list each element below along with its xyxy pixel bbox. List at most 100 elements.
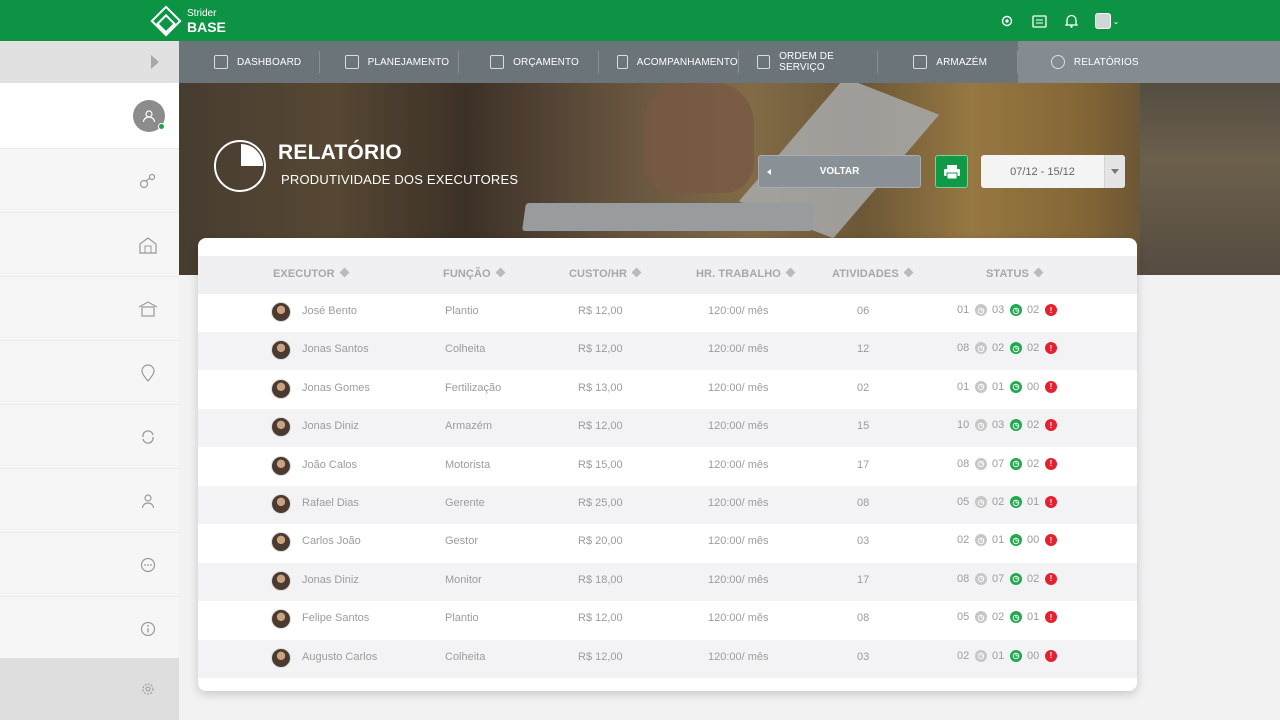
status-pending-count: 08 — [957, 457, 970, 470]
tractor-icon — [133, 166, 163, 196]
cost-per-hour: R$ 18,00 — [578, 573, 623, 586]
nav-armazem[interactable]: ARMAZÉM — [878, 41, 1017, 83]
sidebar-item-users[interactable] — [0, 469, 179, 533]
status-late-count: 01 — [1027, 611, 1040, 624]
status-late-count: 02 — [1027, 342, 1040, 355]
work-hours: 120:00/ mês — [708, 612, 769, 625]
activities-count: 17 — [857, 573, 870, 586]
cost-per-hour: R$ 12,00 — [578, 420, 623, 433]
user-menu-icon[interactable]: ⌄ — [1094, 12, 1120, 30]
column-atividades[interactable]: ATIVIDADES — [832, 267, 914, 280]
app-logo[interactable]: Strider BASE — [150, 5, 226, 37]
sidebar-item-settings[interactable] — [0, 658, 179, 720]
table-row[interactable]: Carlos João Gestor R$ 20,00 120:00/ mês 03 02… — [198, 524, 1137, 562]
arrow-left-icon — [767, 169, 771, 175]
status-group: 05 ◷ 02 ◷ 01! — [957, 611, 1062, 624]
print-button[interactable] — [935, 155, 968, 188]
back-button[interactable]: VOLTAR — [758, 155, 921, 188]
sidebar-toggle[interactable] — [0, 41, 179, 83]
back-button-label: VOLTAR — [819, 166, 860, 177]
status-late-count: 02 — [1027, 572, 1040, 585]
clock-green-icon: ◷ — [1010, 457, 1022, 470]
executor-name: João Calos — [302, 458, 358, 471]
info-icon — [133, 614, 163, 644]
nav-orcamento[interactable]: ORÇAMENTO — [459, 41, 598, 83]
sidebar-item-location[interactable] — [0, 341, 179, 405]
table-row[interactable]: José Bento Plantio R$ 12,00 120:00/ mês 06 01… — [198, 294, 1137, 332]
table-row[interactable]: Augusto Carlos Colheita R$ 12,00 120:00/ mê… — [198, 639, 1137, 678]
table-row[interactable]: Felipe Santos Plantio R$ 12,00 120:00/ mês 0… — [198, 601, 1137, 639]
executor-avatar — [271, 302, 291, 322]
nav-acompanhamento[interactable]: ACOMPANHAMENTO — [599, 41, 738, 83]
status-done-count: 03 — [992, 419, 1005, 432]
clock-green-icon: ◷ — [1010, 572, 1022, 585]
nav-relatorios[interactable]: RELATÓRIOS — [1017, 41, 1280, 83]
status-group: 05 ◷ 02 ◷ 01! — [957, 496, 1062, 508]
nav-planejamento[interactable]: PLANEJAMENTO — [320, 41, 459, 83]
nav-ordem-servico[interactable]: ORDEM DE SERVIÇO — [739, 41, 878, 83]
work-hours: 120:00/ mês — [708, 535, 769, 548]
sidebar-item-machines[interactable] — [0, 149, 179, 213]
logo-big-text: BASE — [187, 18, 226, 35]
sidebar — [0, 41, 179, 720]
clock-green-icon: ◷ — [1010, 649, 1022, 662]
logo-small-text: Strider — [187, 7, 217, 19]
sidebar-item-farm[interactable] — [0, 213, 179, 277]
clock-grey-icon: ◷ — [975, 380, 987, 393]
sidebar-item-more[interactable] — [0, 533, 179, 597]
column-horas[interactable]: HR. TRABALHO — [696, 267, 796, 280]
nav-relatorios-label: RELATÓRIOS — [1073, 56, 1139, 68]
sidebar-item-profile[interactable] — [0, 83, 179, 149]
sort-icon — [631, 267, 642, 278]
cost-per-hour: R$ 12,00 — [578, 343, 623, 356]
status-done-count: 02 — [992, 611, 1005, 624]
status-late-count: 02 — [1027, 419, 1040, 432]
column-custo[interactable]: CUSTO/HR — [569, 267, 642, 280]
table-row[interactable]: Jonas Gomes Fertilização R$ 13,00 120:00/ m… — [198, 371, 1137, 409]
executor-name: Jonas Santos — [302, 343, 369, 356]
card-icon[interactable] — [1030, 12, 1048, 30]
status-late-count: 00 — [1027, 534, 1040, 547]
table-row[interactable]: Jonas Diniz Monitor R$ 18,00 120:00/ mês 17 0… — [198, 562, 1137, 601]
table-header: EXECUTOR FUNÇÃO CUSTO/HR HR. TRABALHO AT… — [198, 256, 1137, 294]
clock-grey-icon: ◷ — [975, 304, 987, 316]
sidebar-item-sync[interactable] — [0, 405, 179, 469]
activities-count: 08 — [857, 497, 870, 509]
clock-green-icon: ◷ — [1010, 419, 1022, 432]
sort-icon — [903, 267, 914, 278]
logo-mark-icon — [150, 5, 182, 37]
cost-per-hour: R$ 20,00 — [578, 535, 623, 548]
status-late-count: 02 — [1027, 457, 1040, 470]
status-pending-count: 05 — [957, 611, 970, 624]
status-group: 02 ◷ 01 ◷ 00! — [957, 649, 1062, 662]
status-done-count: 02 — [992, 342, 1005, 355]
table-row[interactable]: Jonas Diniz Armazém R$ 12,00 120:00/ mês 15 1… — [198, 409, 1137, 448]
refresh-icon — [133, 422, 163, 452]
status-done-count: 07 — [992, 457, 1005, 470]
executor-role: Gerente — [445, 497, 485, 509]
table-row[interactable]: João Calos Motorista R$ 15,00 120:00/ mês 17… — [198, 448, 1137, 486]
sidebar-item-storage[interactable] — [0, 277, 179, 341]
table-row[interactable]: Jonas Santos Colheita R$ 12,00 120:00/ mês 1… — [198, 332, 1137, 371]
chevron-down-icon: ⌄ — [1112, 16, 1120, 26]
bell-icon[interactable] — [1062, 12, 1080, 30]
date-range-select[interactable]: 07/12 - 15/12 — [981, 155, 1125, 188]
nav-dashboard[interactable]: DASHBOARD — [179, 41, 319, 83]
gear-icon[interactable] — [998, 12, 1016, 30]
table-row[interactable]: Rafael Dias Gerente R$ 25,00 120:00/ mês 08 0… — [198, 486, 1137, 524]
column-status[interactable]: STATUS — [986, 267, 1044, 280]
clock-green-icon: ◷ — [1010, 496, 1022, 508]
status-pending-count: 08 — [957, 342, 970, 355]
sidebar-item-info[interactable] — [0, 597, 179, 661]
clock-grey-icon: ◷ — [975, 572, 987, 585]
sort-icon — [495, 267, 506, 278]
status-pending-count: 10 — [957, 419, 970, 432]
work-hours: 120:00/ mês — [708, 381, 769, 394]
executor-avatar — [271, 417, 291, 438]
executor-avatar — [271, 570, 291, 591]
executor-role: Plantio — [445, 305, 479, 317]
column-funcao[interactable]: FUNÇÃO — [443, 267, 506, 280]
column-executor[interactable]: EXECUTOR — [273, 267, 350, 280]
dropdown-toggle[interactable] — [1104, 155, 1125, 188]
executor-name: Carlos João — [302, 535, 361, 548]
